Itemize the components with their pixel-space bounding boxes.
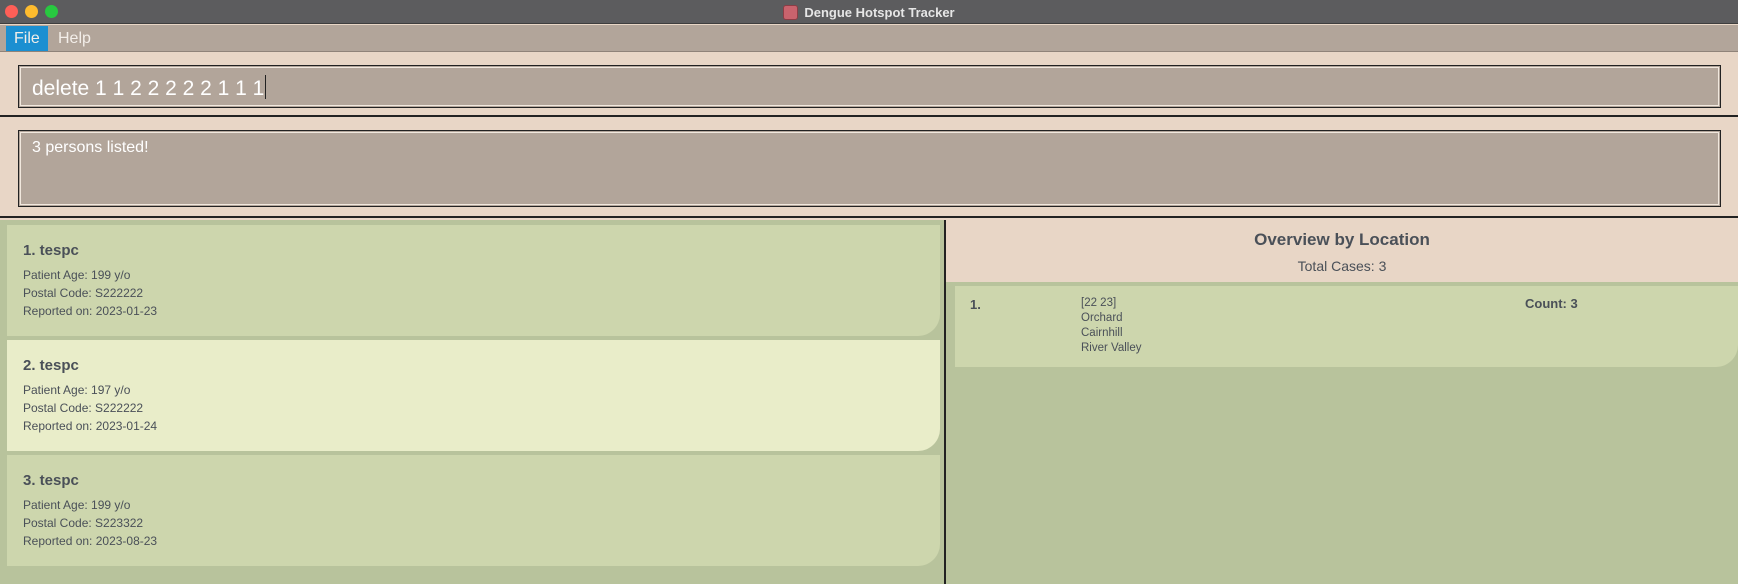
- person-name: 1. tespc: [23, 242, 79, 259]
- person-card[interactable]: 3. tespc Patient Age: 199 y/o Postal Cod…: [7, 455, 940, 566]
- overview-total: Total Cases: 3: [1297, 258, 1387, 274]
- person-postal: Postal Code: S222222: [23, 401, 144, 415]
- person-reported: Reported on: 2023-01-23: [23, 304, 158, 318]
- command-input[interactable]: delete 1 1 2 2 2 2 2 1 1 1: [18, 65, 1721, 108]
- person-reported: Reported on: 2023-01-24: [23, 419, 158, 433]
- window-title: Dengue Hotspot Tracker: [804, 4, 955, 20]
- location-name: [22 23]: [1081, 297, 1117, 309]
- overview-title: Overview by Location: [1254, 230, 1430, 249]
- result-area: 3 persons listed!: [0, 119, 1738, 218]
- command-input-text: delete 1 1 2 2 2 2 2 1 1 1: [32, 75, 267, 101]
- person-card-selected[interactable]: 2. tespc Patient Age: 197 y/o Postal Cod…: [7, 340, 940, 451]
- app-icon: [783, 4, 799, 20]
- title-bar: Dengue Hotspot Tracker: [0, 0, 1738, 24]
- person-name: 3. tespc: [23, 472, 79, 489]
- result-message: 3 persons listed!: [32, 139, 149, 156]
- person-reported: Reported on: 2023-08-23: [23, 534, 158, 548]
- person-age: Patient Age: 199 y/o: [23, 498, 131, 512]
- person-list-panel[interactable]: 1. tespc Patient Age: 199 y/o Postal Cod…: [0, 220, 944, 584]
- location-card[interactable]: 1. [22 23] Orchard Cairnhill River Valle…: [955, 286, 1738, 367]
- window-title-wrap: Dengue Hotspot Tracker: [0, 0, 1738, 24]
- menu-help[interactable]: Help: [50, 26, 99, 51]
- person-age: Patient Age: 197 y/o: [23, 383, 131, 397]
- person-age: Patient Age: 199 y/o: [23, 268, 131, 282]
- person-name: 2. tespc: [23, 357, 79, 374]
- person-card[interactable]: 1. tespc Patient Age: 199 y/o Postal Cod…: [7, 225, 940, 336]
- text-caret: [265, 75, 267, 99]
- result-display[interactable]: 3 persons listed!: [18, 130, 1721, 207]
- menu-bar: File Help: [0, 25, 1738, 52]
- location-index: 1.: [970, 297, 981, 312]
- location-names: [22 23] Orchard Cairnhill River Valley: [1081, 296, 1142, 356]
- command-value: delete 1 1 2 2 2 2 2 1 1 1: [32, 77, 265, 100]
- overview-panel[interactable]: Overview by Location Total Cases: 3 1. […: [946, 220, 1738, 584]
- location-name: Cairnhill: [1081, 327, 1123, 339]
- location-name: Orchard: [1081, 312, 1123, 324]
- menu-file[interactable]: File: [6, 26, 48, 51]
- location-count: Count: 3: [1525, 296, 1578, 311]
- person-postal: Postal Code: S222222: [23, 286, 144, 300]
- command-area: delete 1 1 2 2 2 2 2 1 1 1: [0, 53, 1738, 117]
- overview-header: Overview by Location Total Cases: 3: [946, 220, 1738, 282]
- location-name: River Valley: [1081, 342, 1142, 354]
- person-postal: Postal Code: S223322: [23, 516, 144, 530]
